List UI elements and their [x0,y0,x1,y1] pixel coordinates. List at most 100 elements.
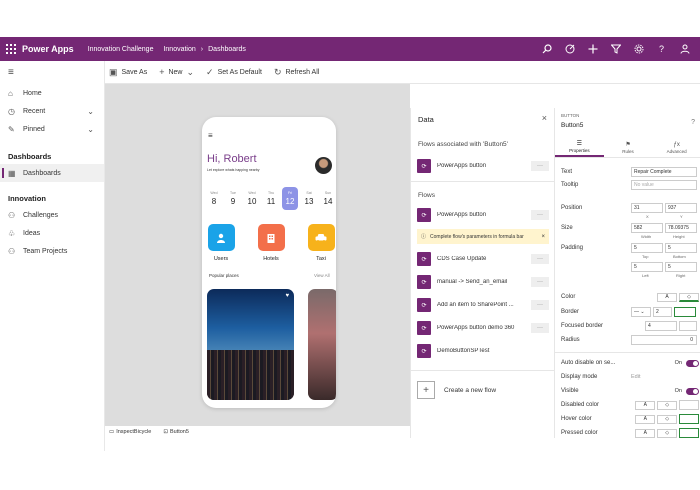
pressed-border-color[interactable] [679,428,700,438]
view-all-link[interactable]: View All [314,273,330,278]
day-item[interactable]: Wed 8 [206,187,222,210]
height-input[interactable]: 78.09375 [665,223,697,233]
save-as-button[interactable]: ▣ Save As [109,67,147,78]
flow-item[interactable]: ⟳ manual -> Send_an_email ··· [417,274,549,290]
padding-right-input[interactable]: 5 [665,262,697,272]
pressed-fill-icon[interactable]: ◇ [657,428,678,438]
nav-item-dashboards[interactable]: ▦ Dashboards [0,164,104,182]
more-options-button[interactable]: ··· [531,277,549,287]
filter-icon[interactable] [610,44,621,55]
visible-toggle[interactable]: On [675,387,699,395]
target-icon[interactable] [564,44,575,55]
hover-text-color[interactable]: A [635,414,656,424]
padding-top-input[interactable]: 5 [631,243,663,253]
tab-properties[interactable]: ☰ Properties [555,138,604,157]
more-options-button[interactable]: ··· [531,300,549,310]
refresh-all-button[interactable]: ↻ Refresh All [274,67,319,78]
tab-advanced[interactable]: ƒx Advanced [652,138,700,157]
disabled-fill-icon[interactable]: ◇ [657,400,678,410]
help-icon[interactable]: ? [656,44,667,55]
flow-item[interactable]: ⟳ Add an item to SharePoint ... ··· [417,297,549,313]
flow-item[interactable]: ⟳ PowerApps button ··· [417,207,549,223]
chevron-down-icon[interactable]: ⌄ [186,67,194,78]
toggle-switch[interactable] [686,359,699,367]
auto-disable-toggle[interactable]: On [675,359,699,367]
environment-name[interactable]: Innovation Challenge [88,46,154,53]
screen-selector[interactable]: ▭ InspectBicycle [109,429,151,435]
width-input[interactable]: 582 [631,223,663,233]
category-hotels[interactable]: Hotels [256,224,286,262]
category-taxi[interactable]: Taxi [306,224,336,262]
more-options-button[interactable]: ··· [531,323,549,333]
day-item[interactable]: Tue 9 [225,187,241,210]
nav-item-recent[interactable]: ◷ Recent ⌄ [0,102,104,120]
more-options-button[interactable]: ··· [531,161,549,171]
help-icon[interactable]: ? [691,119,695,126]
day-item[interactable]: Sun 14 [320,187,336,210]
disabled-border-color[interactable] [679,400,700,410]
create-new-flow-button[interactable]: + Create a new flow [417,381,496,399]
flow-item[interactable]: ⟳ PowerApps button demo 360 ··· [417,320,549,336]
nav-item-home[interactable]: ⌂ Home [0,84,104,102]
toggle-switch[interactable] [686,387,699,395]
position-x-input[interactable]: 31 [631,203,663,213]
nav-item-ideas[interactable]: ♧ Ideas [0,224,104,242]
breadcrumb-item-dashboards[interactable]: Dashboards [208,46,246,53]
disabled-text-color[interactable]: A [635,400,656,410]
gear-icon[interactable] [633,44,644,55]
hover-fill-icon[interactable]: ◇ [657,414,678,424]
nav-item-team-projects[interactable]: ⚇ Team Projects [0,242,104,260]
more-options-button[interactable]: ··· [531,210,549,220]
heart-icon[interactable]: ♥ [285,293,289,299]
focused-border-color[interactable] [679,321,697,331]
avatar[interactable] [315,157,332,174]
new-button[interactable]: + New ⌄ [159,67,194,78]
app-title[interactable]: Power Apps [22,44,74,54]
day-item-selected[interactable]: Fri 12 [282,187,298,210]
close-icon[interactable]: × [542,113,547,123]
control-selector[interactable]: ⊡ Button5 [163,429,189,435]
place-card-second[interactable] [308,289,336,400]
display-mode-dropdown[interactable]: Edit [631,374,640,380]
phone-menu-icon[interactable]: ≡ [208,131,213,140]
pressed-text-color[interactable]: A [635,428,656,438]
radius-input[interactable]: 0 [631,335,697,345]
hover-border-color[interactable] [679,414,700,424]
waffle-icon[interactable] [0,44,22,54]
breadcrumb-item-innovation[interactable]: Innovation [163,46,195,53]
add-icon[interactable] [587,44,598,55]
associated-flow-item[interactable]: ⟳ PowerApps button ··· [417,158,549,174]
user-icon[interactable] [679,44,690,55]
place-card-city[interactable]: ♥ [207,289,294,400]
focused-border-input[interactable]: 4 [645,321,677,331]
nav-item-pinned[interactable]: ✎ Pinned ⌄ [0,120,104,138]
fill-color-icon[interactable]: ◇ [679,292,699,302]
border-color-picker[interactable] [674,307,696,317]
hamburger-icon[interactable]: ≡ [0,61,104,84]
position-y-input[interactable]: 937 [665,203,697,213]
text-input[interactable]: Repair Complete [631,167,697,177]
category-users[interactable]: Users [206,224,236,262]
chevron-down-icon[interactable]: ⌄ [87,107,94,116]
set-as-default-button[interactable]: ✓ Set As Default [206,67,262,78]
search-icon[interactable] [541,44,552,55]
border-style-dropdown[interactable]: — ⌄ [631,307,651,317]
padding-bottom-input[interactable]: 5 [665,243,697,253]
tooltip-input[interactable]: No value [631,180,697,190]
chevron-down-icon[interactable]: ⌄ [87,125,94,134]
phone-preview[interactable]: ≡ Hi, Robert Let explore whats happing n… [202,117,336,408]
close-icon[interactable]: × [541,234,545,240]
day-item[interactable]: Wed 10 [244,187,260,210]
padding-left-input[interactable]: 5 [631,262,663,272]
flow-item[interactable]: ⟳ DemoButtonSPTest [417,343,549,359]
design-canvas[interactable]: ≡ Hi, Robert Let explore whats happing n… [105,84,410,425]
day-item[interactable]: Thu 11 [263,187,279,210]
flow-item[interactable]: ⟳ CDS Case Update ··· [417,251,549,267]
tab-rules[interactable]: ⚑ Rules [604,138,653,157]
control-name[interactable]: Button5 [561,122,583,129]
text-color-picker[interactable]: A [657,292,677,302]
day-item[interactable]: Sat 13 [301,187,317,210]
more-options-button[interactable]: ··· [531,254,549,264]
border-width-input[interactable]: 2 [653,307,672,317]
nav-item-challenges[interactable]: ⚇ Challenges [0,206,104,224]
